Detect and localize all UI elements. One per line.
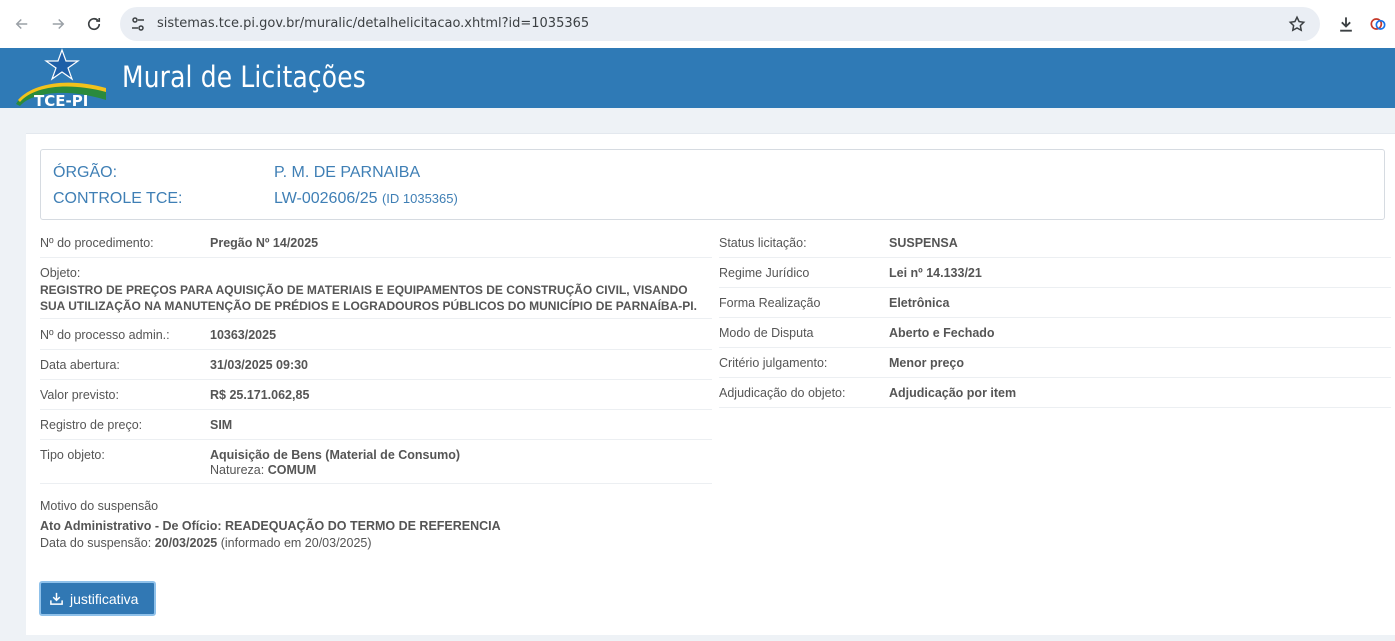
criterio-value: Menor preço bbox=[889, 356, 965, 370]
browser-toolbar: sistemas.tce.pi.gov.br/muralic/detalheli… bbox=[0, 0, 1395, 48]
natureza-label: Natureza: bbox=[210, 463, 265, 477]
logo-text: TCE-PI bbox=[34, 92, 88, 108]
licitacao-detail-card: ÓRGÃO: P. M. DE PARNAIBA CONTROLE TCE: L… bbox=[26, 133, 1395, 635]
download-icon bbox=[50, 592, 63, 605]
abertura-label: Data abertura: bbox=[40, 358, 120, 372]
forward-button[interactable] bbox=[44, 10, 72, 38]
motivo-suspensao-value: Ato Administrativo - De Ofício: READEQUA… bbox=[40, 519, 501, 533]
criterio-label: Critério julgamento: bbox=[719, 356, 828, 370]
modo-row: Modo de Disputa Aberto e Fechado bbox=[719, 325, 1391, 348]
processo-row: Nº do processo admin.: 10363/2025 bbox=[40, 327, 712, 350]
objeto-label: Objeto: bbox=[40, 266, 81, 280]
registro-value: SIM bbox=[210, 418, 233, 432]
page-title: Mural de Licitações bbox=[122, 60, 366, 94]
valor-value: R$ 25.171.062,85 bbox=[210, 388, 310, 402]
orgao-label: ÓRGÃO: bbox=[53, 164, 118, 181]
extension-icon[interactable] bbox=[1368, 14, 1388, 34]
tipo-label: Tipo objeto: bbox=[40, 448, 105, 462]
registro-row: Registro de preço: SIM bbox=[40, 417, 712, 440]
processo-value: 10363/2025 bbox=[210, 328, 277, 342]
arrow-left-icon bbox=[15, 18, 28, 30]
adjudicacao-label: Adjudicação do objeto: bbox=[719, 386, 846, 400]
objeto-row: Objeto: REGISTRO DE PREÇOS PARA AQUISIÇÃ… bbox=[40, 265, 712, 319]
forma-row: Forma Realização Eletrônica bbox=[719, 295, 1391, 318]
justificativa-button[interactable]: justificativa bbox=[39, 581, 156, 616]
modo-label: Modo de Disputa bbox=[719, 326, 814, 340]
adjudicacao-value: Adjudicação por item bbox=[889, 386, 1017, 400]
valor-label: Valor previsto: bbox=[40, 388, 119, 402]
criterio-row: Critério julgamento: Menor preço bbox=[719, 355, 1391, 378]
controle-id: (ID 1035365) bbox=[381, 191, 458, 206]
bookmark-star-icon[interactable] bbox=[1288, 15, 1306, 33]
controle-code: LW-002606/25 bbox=[274, 190, 378, 207]
valor-row: Valor previsto: R$ 25.171.062,85 bbox=[40, 387, 712, 410]
org-info-box: ÓRGÃO: P. M. DE PARNAIBA CONTROLE TCE: L… bbox=[40, 149, 1385, 220]
download-icon[interactable] bbox=[1336, 14, 1356, 34]
informado-em: (informado em 20/03/2025) bbox=[220, 536, 372, 550]
forma-label: Forma Realização bbox=[719, 296, 821, 310]
justificativa-label: justificativa bbox=[70, 590, 139, 607]
procedimento-row: Nº do procedimento: Pregão Nº 14/2025 bbox=[40, 235, 712, 258]
site-settings-icon[interactable] bbox=[130, 16, 146, 32]
adjudicacao-row: Adjudicação do objeto: Adjudicação por i… bbox=[719, 385, 1391, 408]
modo-value: Aberto e Fechado bbox=[889, 326, 995, 340]
natureza-value: COMUM bbox=[267, 463, 317, 477]
tipo-row: Tipo objeto: Aquisição de Bens (Material… bbox=[40, 447, 712, 484]
address-bar[interactable]: sistemas.tce.pi.gov.br/muralic/detalheli… bbox=[120, 7, 1320, 41]
regime-row: Regime Jurídico Lei nº 14.133/21 bbox=[719, 265, 1391, 288]
reload-icon bbox=[87, 17, 101, 31]
data-suspensao-value: 20/03/2025 bbox=[154, 536, 218, 550]
orgao-value: P. M. DE PARNAIBA bbox=[274, 164, 421, 181]
reload-button[interactable] bbox=[80, 10, 108, 38]
natureza-line: Natureza: COMUM bbox=[210, 463, 316, 477]
status-label: Status licitação: bbox=[719, 236, 807, 250]
url-text: sistemas.tce.pi.gov.br/muralic/detalheli… bbox=[157, 16, 590, 31]
status-value: SUSPENSA bbox=[889, 236, 958, 250]
tce-pi-logo: TCE-PI bbox=[16, 48, 106, 108]
regime-label: Regime Jurídico bbox=[719, 266, 810, 280]
back-button[interactable] bbox=[8, 10, 36, 38]
motivo-suspensao-label: Motivo do suspensão bbox=[40, 499, 159, 513]
data-suspensao-line: Data do suspensão: 20/03/2025 (informado… bbox=[40, 536, 372, 550]
status-row: Status licitação: SUSPENSA bbox=[719, 235, 1391, 258]
objeto-value: REGISTRO DE PREÇOS PARA AQUISIÇÃO DE MAT… bbox=[40, 283, 697, 313]
forma-value: Eletrônica bbox=[889, 296, 950, 310]
arrow-right-icon bbox=[52, 18, 65, 30]
controle-value: LW-002606/25 (ID 1035365) bbox=[274, 190, 458, 208]
controle-label: CONTROLE TCE: bbox=[53, 190, 183, 207]
registro-label: Registro de preço: bbox=[40, 418, 143, 432]
app-header: TCE-PI Mural de Licitações bbox=[0, 48, 1395, 108]
processo-label: Nº do processo admin.: bbox=[40, 328, 170, 342]
tipo-value: Aquisição de Bens (Material de Consumo) bbox=[210, 448, 461, 462]
procedimento-value: Pregão Nº 14/2025 bbox=[210, 236, 319, 250]
abertura-row: Data abertura: 31/03/2025 09:30 bbox=[40, 357, 712, 380]
procedimento-label: Nº do procedimento: bbox=[40, 236, 154, 250]
abertura-value: 31/03/2025 09:30 bbox=[210, 358, 309, 372]
data-suspensao-label: Data do suspensão: bbox=[40, 536, 152, 550]
regime-value: Lei nº 14.133/21 bbox=[889, 266, 982, 280]
